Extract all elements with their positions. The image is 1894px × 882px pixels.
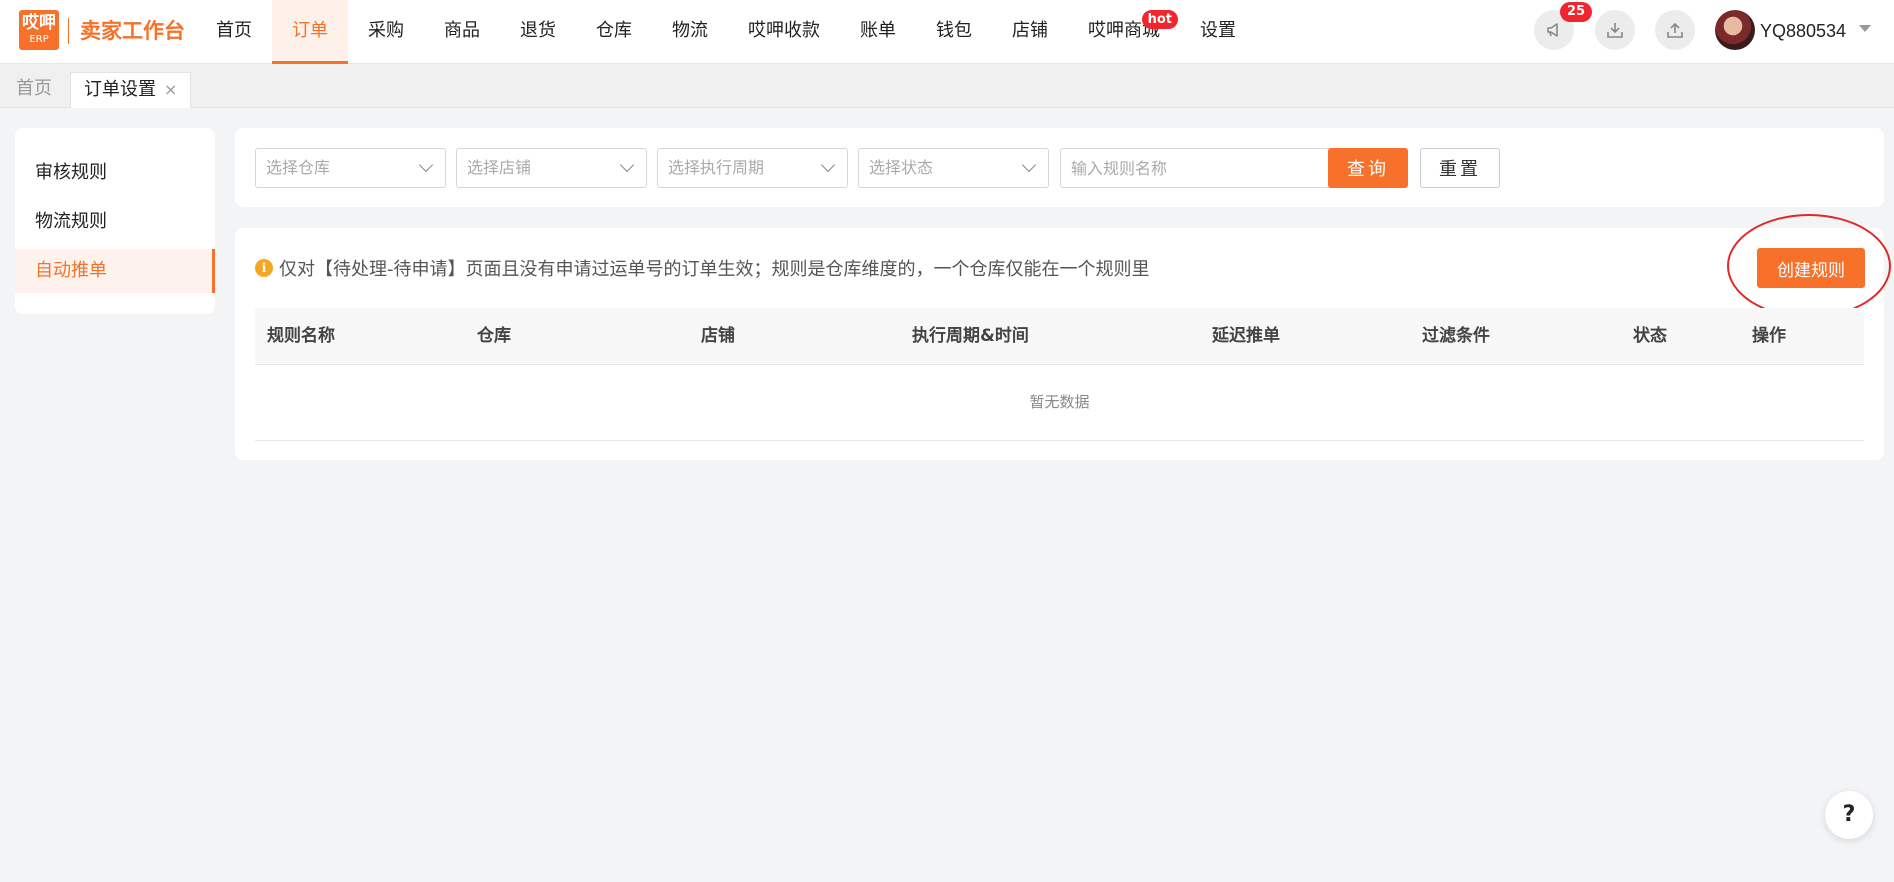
nav-item-orders[interactable]: 订单 (272, 0, 348, 64)
tab-order-settings[interactable]: 订单设置 × (70, 72, 192, 108)
notice: i 仅对【待处理-待申请】页面且没有申请过运单号的订单生效；规则是仓库维度的，一… (255, 253, 1150, 283)
logo-divider (68, 18, 69, 44)
nav-item-bills[interactable]: 账单 (840, 0, 916, 64)
info-icon: i (255, 259, 273, 277)
column-header: 操作 (1752, 326, 1786, 346)
period-select[interactable]: 选择执行周期 (657, 148, 848, 188)
chevron-down-icon (619, 157, 635, 173)
warehouse-select-placeholder: 选择仓库 (266, 158, 331, 177)
nav-item-mall[interactable]: 哎呷商城 hot (1068, 0, 1180, 64)
column-header: 店铺 (701, 326, 735, 346)
notice-text: 仅对【待处理-待申请】页面且没有申请过运单号的订单生效；规则是仓库维度的，一个仓… (279, 259, 1150, 280)
column-header: 执行周期&时间 (912, 326, 1029, 346)
nav-item-products[interactable]: 商品 (424, 0, 500, 64)
period-select-placeholder: 选择执行周期 (668, 158, 765, 177)
column-header: 延迟推单 (1212, 326, 1280, 346)
column-header: 仓库 (477, 326, 511, 346)
megaphone-icon (1547, 23, 1558, 37)
logo[interactable]: 哎呷 ERP (19, 10, 59, 50)
sidebar-item-logistics-rules[interactable]: 物流规则 (15, 200, 215, 244)
settings-sidebar: 审核规则 物流规则 自动推单 (15, 128, 215, 314)
upload-button[interactable] (1655, 10, 1695, 50)
reset-button[interactable]: 重置 (1420, 148, 1500, 188)
nav-item-logistics[interactable]: 物流 (652, 0, 728, 64)
download-button[interactable] (1595, 10, 1635, 50)
rule-name-input[interactable] (1060, 148, 1352, 188)
logo-text: 哎呷 (22, 13, 56, 33)
avatar[interactable] (1715, 10, 1755, 50)
logo-subtext: ERP (29, 34, 49, 45)
create-rule-button[interactable]: 创建规则 (1757, 248, 1865, 288)
sidebar-item-auto-push[interactable]: 自动推单 (15, 249, 215, 293)
nav-item-purchase[interactable]: 采购 (348, 0, 424, 64)
username[interactable]: YQ880534 (1760, 16, 1846, 46)
nav-item-returns[interactable]: 退货 (500, 0, 576, 64)
store-select-placeholder: 选择店铺 (467, 158, 532, 177)
nav-item-payments[interactable]: 哎呷收款 (728, 0, 840, 64)
upload-icon (1667, 22, 1683, 38)
download-icon (1607, 23, 1623, 38)
empty-state: 暂无数据 (255, 365, 1864, 441)
page-tabs: 首页 订单设置 × (0, 64, 1894, 108)
warehouse-select[interactable]: 选择仓库 (255, 148, 446, 188)
column-header: 过滤条件 (1422, 326, 1490, 346)
nav-item-home[interactable]: 首页 (196, 0, 272, 64)
table-header: 规则名称 仓库 店铺 执行周期&时间 延迟推单 过滤条件 状态 操作 (255, 308, 1864, 365)
nav-item-stores[interactable]: 店铺 (992, 0, 1068, 64)
chevron-down-icon (1021, 157, 1037, 173)
help-button[interactable]: ? (1825, 791, 1873, 839)
query-button[interactable]: 查询 (1328, 148, 1408, 188)
tab-home[interactable]: 首页 (3, 72, 65, 108)
hot-badge: hot (1141, 10, 1178, 29)
status-select[interactable]: 选择状态 (858, 148, 1049, 188)
close-icon[interactable]: × (164, 80, 177, 99)
chevron-down-icon (418, 157, 434, 173)
brand-name: 卖家工作台 (80, 19, 185, 43)
sidebar-item-review-rules[interactable]: 审核规则 (15, 151, 215, 195)
column-header: 规则名称 (267, 326, 335, 346)
notification-badge: 25 (1560, 2, 1593, 22)
store-select[interactable]: 选择店铺 (456, 148, 647, 188)
caret-down-icon[interactable] (1859, 25, 1871, 32)
nav-item-settings[interactable]: 设置 (1180, 0, 1256, 64)
chevron-down-icon (820, 157, 836, 173)
column-header: 状态 (1633, 326, 1667, 346)
rules-panel: i 仅对【待处理-待申请】页面且没有申请过运单号的订单生效；规则是仓库维度的，一… (235, 214, 1891, 460)
main-nav: 首页 订单 采购 商品 退货 仓库 物流 哎呷收款 账单 钱包 店铺 哎呷商城 … (196, 0, 1256, 64)
filter-bar: 选择仓库 选择店铺 选择执行周期 选择状态 查询 重置 (235, 128, 1884, 207)
nav-item-warehouse[interactable]: 仓库 (576, 0, 652, 64)
nav-item-wallet[interactable]: 钱包 (916, 0, 992, 64)
status-select-placeholder: 选择状态 (869, 158, 934, 177)
top-navbar: 哎呷 ERP 卖家工作台 首页 订单 采购 商品 退货 仓库 物流 哎呷收款 账… (0, 0, 1894, 64)
tab-order-settings-label: 订单设置 (84, 79, 156, 100)
